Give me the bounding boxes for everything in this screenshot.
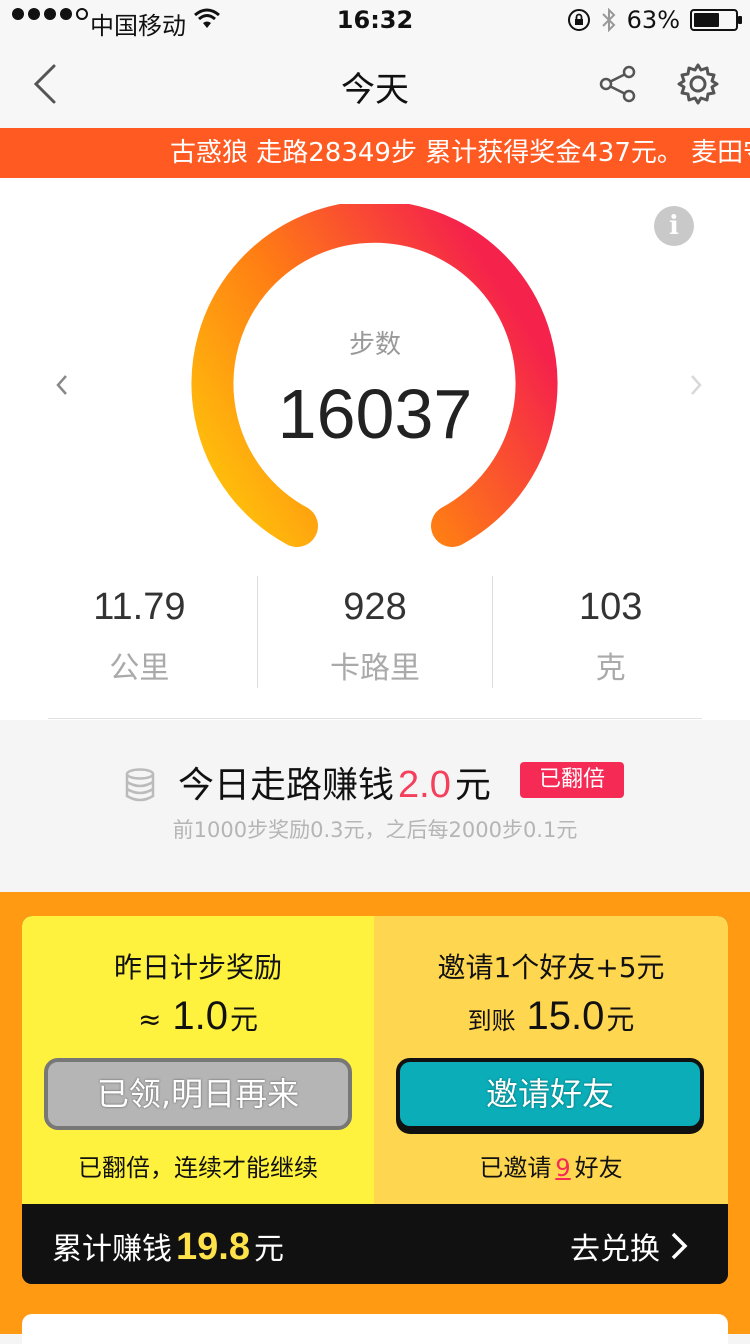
approx-sign: ≈: [138, 1003, 162, 1036]
rewards-panel: 昨日计步奖励 ≈ 1.0元 已领,明日再来 已翻倍，连续才能继续 邀请1个好友+…: [22, 916, 728, 1284]
step-summary-card: i 步数 16037 11.79 公里 928 卡路里 103 克: [0, 178, 750, 720]
earnings-amount: 2.0: [398, 764, 451, 806]
distance-unit: 公里: [109, 651, 170, 686]
invite-amount-value: 15.0: [526, 994, 605, 1038]
claimed-button[interactable]: 已领,明日再来: [44, 1058, 352, 1130]
distance-value: 11.79: [93, 586, 186, 628]
redeem-link[interactable]: 去兑换: [570, 1224, 688, 1268]
divider: [48, 718, 702, 719]
distance-stat: 11.79 公里: [22, 576, 258, 688]
status-bar: 中国移动 16:32 63%: [0, 0, 750, 40]
invite-title: 邀请1个好友+5元: [437, 951, 665, 984]
stats-row: 11.79 公里 928 卡路里 103 克: [22, 576, 728, 688]
orientation-lock-icon: [567, 9, 590, 31]
coin-stack-icon: [125, 768, 155, 802]
total-label: 累计赚钱: [52, 1232, 172, 1267]
chevron-right-icon: [671, 1232, 688, 1260]
fat-unit: 克: [595, 651, 626, 686]
bluetooth-icon: [601, 7, 616, 33]
gauge-label: 步数: [348, 330, 401, 360]
next-day-icon[interactable]: [686, 370, 706, 400]
invite-friends-button[interactable]: 邀请好友: [396, 1058, 704, 1130]
invited-count: 9: [555, 1154, 571, 1182]
total-earnings: 累计赚钱 19.8 元: [52, 1224, 284, 1269]
total-earnings-bar: 累计赚钱 19.8 元 去兑换: [22, 1204, 728, 1284]
earnings-rule: 前1000步奖励0.3元，之后每2000步0.1元: [172, 818, 578, 842]
step-count: 16037: [277, 375, 473, 453]
rewards-section: 昨日计步奖励 ≈ 1.0元 已领,明日再来 已翻倍，连续才能继续 邀请1个好友+…: [0, 892, 750, 1344]
total-value: 19.8: [176, 1226, 250, 1268]
fat-value: 103: [578, 586, 643, 628]
next-card-peek: [22, 1314, 728, 1344]
yesterday-reward-pane: 昨日计步奖励 ≈ 1.0元 已领,明日再来 已翻倍，连续才能继续: [22, 916, 374, 1204]
redeem-label: 去兑换: [570, 1232, 660, 1267]
total-unit: 元: [253, 1232, 284, 1267]
invite-amount: 到账 15.0元: [374, 994, 728, 1039]
info-icon[interactable]: i: [654, 206, 694, 246]
invite-unit: 元: [606, 1003, 635, 1036]
announcement-ticker: 古惑狼 走路28349步 累计获得奖金437元。 麦田守: [0, 128, 750, 178]
previous-day-icon[interactable]: [52, 370, 72, 400]
daily-earnings: 今日走路赚钱 2.0 元 已翻倍 前1000步奖励0.3元，之后每2000步0.…: [0, 720, 750, 892]
streak-note: 已翻倍，连续才能继续: [78, 1154, 318, 1182]
invite-pane: 邀请1个好友+5元 到账 15.0元 邀请好友 已邀请 9 好友: [374, 916, 728, 1204]
yesterday-reward-amount: ≈ 1.0元: [22, 994, 374, 1039]
invited-prefix: 已邀请: [479, 1154, 552, 1182]
battery-icon: [690, 9, 742, 31]
invited-count-note: 已邀请 9 好友: [374, 1148, 728, 1183]
yesterday-amount: 1.0: [172, 994, 228, 1038]
nav-bar: 今天: [0, 40, 750, 128]
ticker-text: 古惑狼 走路28349步 累计获得奖金437元。 麦田守: [170, 138, 750, 168]
gear-icon[interactable]: [676, 62, 720, 106]
invited-suffix: 好友: [574, 1154, 623, 1182]
doubled-badge: 已翻倍: [520, 762, 624, 798]
battery-percent: 63%: [626, 6, 680, 34]
yesterday-reward-title: 昨日计步奖励: [113, 951, 282, 984]
calories-value: 928: [343, 586, 407, 628]
earnings-unit: 元: [454, 765, 491, 806]
step-gauge: 步数 16037: [190, 200, 560, 554]
received-label: 到账: [467, 1007, 516, 1035]
share-icon[interactable]: [598, 64, 638, 104]
earnings-line: 今日走路赚钱 2.0 元: [178, 756, 491, 808]
earnings-label: 今日走路赚钱: [178, 765, 395, 806]
calories-stat: 928 卡路里: [258, 576, 494, 688]
calories-unit: 卡路里: [330, 651, 420, 686]
yesterday-unit: 元: [229, 1003, 258, 1036]
fat-stat: 103 克: [493, 576, 728, 688]
